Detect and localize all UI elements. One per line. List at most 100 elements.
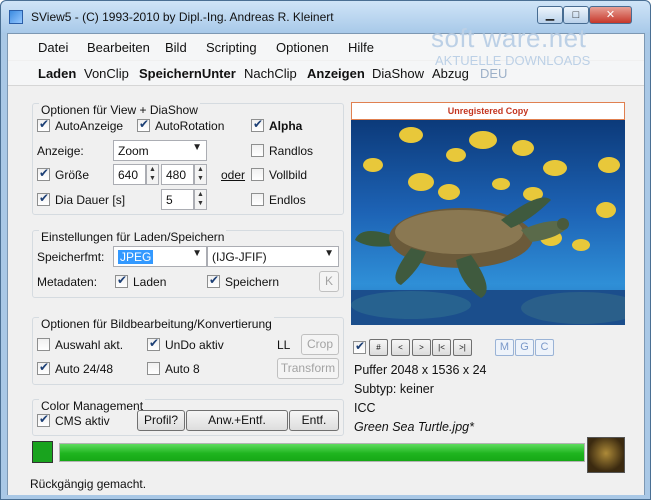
first-button[interactable]: |< [432,339,451,356]
height-input[interactable]: 480 [161,164,194,185]
chevron-down-icon: ▼ [192,142,202,153]
toolbar-anzeigen[interactable]: Anzeigen [307,66,365,81]
last-button[interactable]: >| [453,339,472,356]
autorotation-label: AutoRotation [155,119,225,133]
auswahl-checkbox[interactable] [37,338,50,351]
status-text: Rückgängig gemacht. [30,477,147,491]
menu-hilfe[interactable]: Hilfe [348,40,374,55]
cms-label: CMS aktiv [55,414,110,428]
dia-dauer-label: Dia Dauer [s] [55,193,126,207]
view-options-group: Optionen für View + DiaShow AutoAnzeige … [32,103,344,215]
ll-label: LL [277,338,291,352]
menu-scripting[interactable]: Scripting [206,40,257,55]
m-button[interactable]: M [495,339,514,356]
window-title: SView5 - (C) 1993-2010 by Dipl.-Ing. And… [31,10,334,24]
crop-button[interactable]: Crop [301,334,339,355]
format-value: JPEG [118,250,154,264]
auto8-checkbox[interactable] [147,362,160,375]
menu-datei[interactable]: Datei [38,40,68,55]
maximize-button[interactable]: □ [563,6,589,24]
prev-button[interactable]: < [391,339,410,356]
c-button[interactable]: C [535,339,554,356]
anw-entf-button[interactable]: Anw.+Entf. [186,410,288,431]
dia-dauer-checkbox[interactable] [37,191,50,206]
randlos-checkbox[interactable] [251,144,264,157]
anzeige-label: Anzeige: [37,144,84,158]
g-button[interactable]: G [515,339,534,356]
status-bar: Rückgängig gemacht. [8,474,644,495]
load-save-legend: Einstellungen für Laden/Speichern [39,230,227,244]
hash-button[interactable]: # [369,339,388,356]
width-input[interactable]: 640 [113,164,146,185]
entf-button[interactable]: Entf. [289,410,339,431]
next-button[interactable]: > [412,339,431,356]
toolbar-vonclip[interactable]: VonClip [84,66,129,81]
chevron-down-icon: ▼ [324,248,334,259]
color-management-legend: Color Management [39,399,146,413]
watermark: soft ware.net AKTUELLE DOWNLOADS [431,23,636,69]
vollbild-checkbox[interactable] [251,168,264,181]
height-spinner[interactable]: ▲ ▼ [194,164,207,185]
alpha-label: Alpha [269,119,303,133]
view-options-legend: Optionen für View + DiaShow [39,103,200,117]
meta-speichern-label: Speichern [225,275,280,289]
status-indicator [32,441,53,463]
edit-options-legend: Optionen für Bildbearbeitung/Konvertieru… [39,317,274,331]
format-select[interactable]: JPEG ▼ [113,246,207,267]
anzeige-value: Zoom [118,144,149,158]
app-window: SView5 - (C) 1993-2010 by Dipl.-Ing. And… [0,0,651,500]
width-spinner[interactable]: ▲ ▼ [146,164,159,185]
progress-fill [60,444,584,461]
menu-bild[interactable]: Bild [165,40,187,55]
speicherfmt-label: Speicherfmt: [37,250,105,264]
watermark-tagline: AKTUELLE DOWNLOADS [435,53,591,68]
k-button[interactable]: K [319,271,339,292]
author-thumbnail[interactable] [587,437,625,473]
dia-dauer-input[interactable]: 5 [161,189,194,210]
undo-checkbox[interactable] [147,336,160,351]
toolbar-laden[interactable]: Laden [38,66,76,81]
client-area: Datei Bearbeiten Bild Scripting Optionen… [7,33,645,495]
menu-optionen[interactable]: Optionen [276,40,329,55]
edit-options-group: Optionen für Bildbearbeitung/Konvertieru… [32,317,344,385]
preview-image[interactable] [351,120,625,325]
app-icon [9,10,23,24]
icc-info: ICC [354,401,376,415]
endlos-label: Endlos [269,193,306,207]
undo-label: UnDo aktiv [165,338,224,352]
meta-laden-checkbox[interactable] [115,273,128,288]
endlos-checkbox[interactable] [251,193,264,206]
meta-laden-label: Laden [133,275,167,289]
autoanzeige-label: AutoAnzeige [55,119,124,133]
watermark-brand: soft ware.net [431,23,587,53]
oder-link[interactable]: oder [221,168,245,182]
sea-turtle-image [351,127,625,325]
menu-bearbeiten[interactable]: Bearbeiten [87,40,150,55]
toolbar-diashow[interactable]: DiaShow [372,66,424,81]
cms-checkbox[interactable] [37,412,50,427]
preview-checkbox[interactable] [353,339,366,354]
transform-button[interactable]: Transform [277,358,339,379]
profil-button[interactable]: Profil? [137,410,185,431]
groesse-checkbox[interactable] [37,166,50,181]
toolbar-speichernunter[interactable]: SpeichernUnter [139,66,236,81]
filename-info: Green Sea Turtle.jpg* [354,420,474,434]
alpha-checkbox[interactable] [251,117,264,132]
unregistered-banner: Unregistered Copy [351,102,625,120]
autorotation-checkbox[interactable] [137,117,150,132]
format-subtype-select[interactable]: (IJG-JFIF) ▼ [207,246,339,267]
format-subtype-value: (IJG-JFIF) [212,250,267,264]
dia-dauer-spinner[interactable]: ▲ ▼ [194,189,207,210]
subtyp-info: Subtyp: keiner [354,382,434,396]
minimize-button[interactable]: ▁ [537,6,563,24]
meta-speichern-checkbox[interactable] [207,273,220,288]
anzeige-select[interactable]: Zoom ▼ [113,140,207,161]
auswahl-label: Auswahl akt. [55,338,124,352]
auto2448-checkbox[interactable] [37,360,50,375]
color-management-group: Color Management CMS aktiv Profil? Anw.+… [32,399,344,436]
randlos-label: Randlos [269,144,314,158]
autoanzeige-checkbox[interactable] [37,117,50,132]
toolbar-nachclip[interactable]: NachClip [244,66,297,81]
buffer-info: Puffer 2048 x 1536 x 24 [354,363,487,377]
close-button[interactable]: ✕ [589,6,632,24]
